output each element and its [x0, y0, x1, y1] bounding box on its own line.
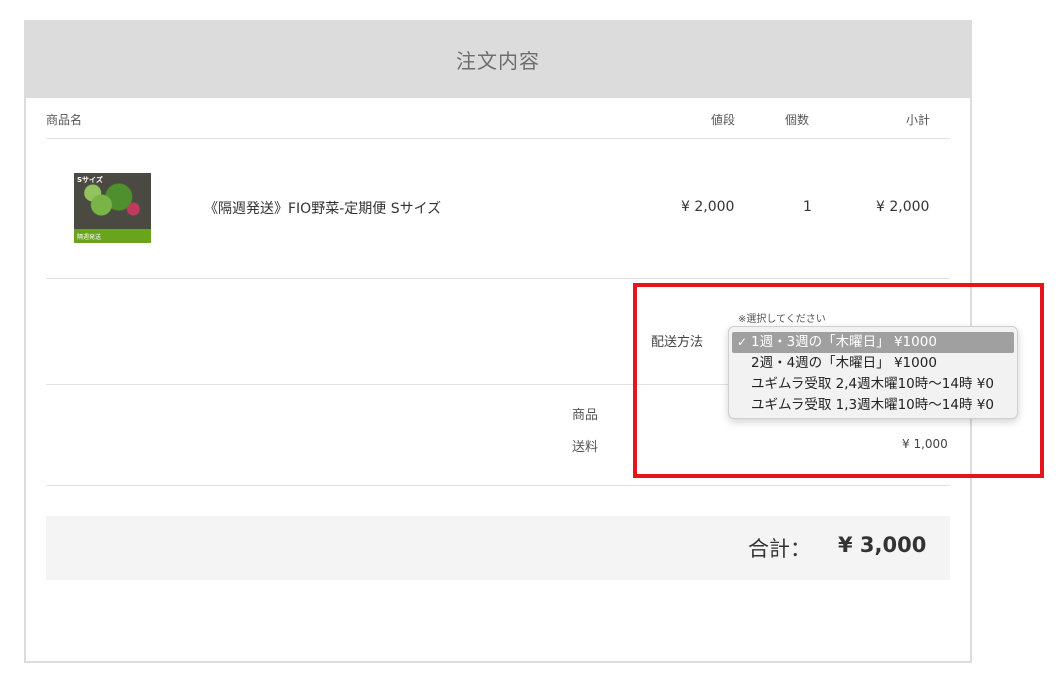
thumbnail-band-text: 隔週発送 — [77, 234, 102, 241]
shipping-option-1[interactable]: 2週・4週の「木曜日」 ¥1000 — [729, 353, 1017, 374]
page-title: 注文内容 — [456, 48, 540, 73]
column-header-product: 商品名 — [46, 113, 83, 127]
column-header-qty: 個数 — [785, 113, 810, 127]
shipping-option-label: ユギムラ受取 1,3週木曜10時〜14時 ¥0 — [751, 397, 994, 413]
column-header-price: 値段 — [711, 113, 736, 127]
grand-total-label: 合計： — [748, 537, 811, 561]
shipping-option-label: 1週・3週の「木曜日」 ¥1000 — [751, 334, 937, 350]
shipping-note: ※選択してください — [738, 314, 826, 325]
product-qty: 1 — [803, 199, 812, 215]
shipping-option-label: ユギムラ受取 2,4週木曜10時〜14時 ¥0 — [751, 376, 994, 392]
divider — [46, 278, 950, 279]
product-price: ¥ 2,000 — [681, 199, 735, 215]
goods-total-label: 商品 — [572, 408, 599, 423]
shipping-option-3[interactable]: ユギムラ受取 1,3週木曜10時〜14時 ¥0 — [729, 395, 1017, 416]
shipping-fee-label: 送料 — [572, 440, 599, 455]
grand-total-box: 合計： ¥ 3,000 — [46, 516, 950, 580]
shipping-option-2[interactable]: ユギムラ受取 2,4週木曜10時〜14時 ¥0 — [729, 374, 1017, 395]
shipping-method-dropdown[interactable]: ✓ 1週・3週の「木曜日」 ¥1000 2週・4週の「木曜日」 ¥1000 ユギ… — [728, 326, 1018, 419]
column-header-subtotal: 小計 — [906, 113, 931, 127]
grand-total-value: ¥ 3,000 — [838, 533, 927, 557]
product-subtotal: ¥ 2,000 — [876, 199, 930, 215]
divider — [46, 138, 950, 139]
vegetable-image — [84, 181, 142, 221]
shipping-method-label: 配送方法 — [651, 335, 704, 350]
product-thumbnail[interactable]: Sサイズ 隔週発送 — [74, 173, 151, 243]
divider — [46, 485, 950, 486]
checkmark-icon: ✓ — [737, 335, 748, 349]
product-name[interactable]: 《隔週発送》FIO野菜-定期便 Sサイズ — [204, 198, 441, 218]
panel-header: 注文内容 — [24, 20, 972, 98]
shipping-option-0[interactable]: ✓ 1週・3週の「木曜日」 ¥1000 — [732, 332, 1014, 353]
shipping-fee-value: ¥ 1,000 — [902, 437, 948, 451]
thumbnail-size-tag: Sサイズ — [77, 176, 103, 184]
shipping-option-label: 2週・4週の「木曜日」 ¥1000 — [751, 355, 937, 371]
